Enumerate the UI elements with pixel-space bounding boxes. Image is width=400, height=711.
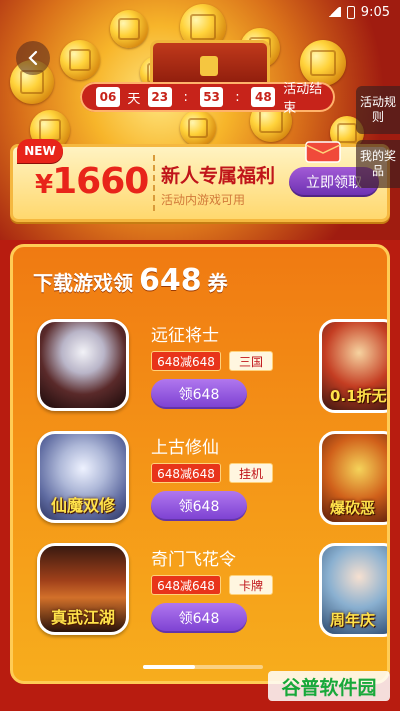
countdown-separator: : — [235, 89, 240, 105]
game-icon-caption: 仙魔双修 — [50, 496, 115, 515]
next-game-card[interactable]: 爆砍恶 — [319, 431, 387, 525]
discount-tag: 648减648 — [151, 575, 221, 595]
voucher-divider — [153, 155, 155, 211]
voucher-subtitle: 活动内游戏可用 — [161, 193, 246, 207]
voucher-title: 新人专属福利 — [161, 165, 276, 187]
chest-lock-icon — [200, 56, 218, 76]
panel-title-suffix: 券 — [207, 271, 228, 295]
discount-tag: 648减648 — [151, 463, 221, 483]
countdown-end-label: 活动结束 — [283, 82, 323, 116]
watermark-logo: 谷普软件园 — [268, 671, 390, 701]
status-bar: 9:05 — [0, 0, 400, 24]
countdown-minutes: 53 — [199, 87, 224, 107]
prizes-tab[interactable]: 我的奖品 — [356, 140, 400, 188]
next-card-caption: 周年庆 — [330, 611, 376, 629]
countdown-days-unit: 天 — [127, 91, 141, 107]
panel-title: 下载游戏领 648 券 — [33, 263, 228, 298]
countdown-timer: 06 天 23 : 53 : 48 活动结束 — [80, 82, 335, 116]
chevron-left-icon — [28, 50, 38, 66]
new-badge: NEW — [17, 139, 63, 163]
genre-tag: 三国 — [229, 351, 273, 371]
next-game-card[interactable]: 0.1折无天 — [319, 319, 387, 413]
game-name: 远征将士 — [151, 326, 219, 346]
coin-decoration — [60, 40, 100, 80]
countdown-seconds: 48 — [251, 87, 276, 107]
game-name: 上古修仙 — [151, 438, 219, 458]
next-card-caption: 爆砍恶 — [330, 499, 376, 517]
currency-symbol: ¥ — [35, 170, 53, 200]
game-icon[interactable]: 仙魔双修 — [37, 431, 129, 523]
next-card-caption: 0.1折无天 — [330, 387, 387, 405]
battery-icon — [346, 5, 355, 19]
coin-decoration — [180, 110, 216, 146]
get-coupon-button[interactable]: 领648 — [151, 379, 247, 409]
game-icon[interactable] — [37, 319, 129, 411]
get-coupon-button[interactable]: 领648 — [151, 603, 247, 633]
game-row: 远征将士 648减648 三国 领648 0.1折无天 — [13, 319, 387, 419]
game-row: 真武江湖 奇门飞花令 648减648 卡牌 领648 周年庆 — [13, 543, 387, 643]
get-coupon-button[interactable]: 领648 — [151, 491, 247, 521]
game-icon[interactable]: 真武江湖 — [37, 543, 129, 635]
discount-tag: 648减648 — [151, 351, 221, 371]
status-time: 9:05 — [360, 4, 390, 20]
game-name: 奇门飞花令 — [151, 550, 236, 570]
countdown-separator: : — [183, 89, 188, 105]
countdown-days: 06 — [96, 87, 120, 107]
genre-tag: 挂机 — [229, 463, 273, 483]
panel-title-prefix: 下载游戏领 — [33, 271, 133, 295]
genre-tag: 卡牌 — [229, 575, 273, 595]
game-row: 仙魔双修 上古修仙 648减648 挂机 领648 爆砍恶 — [13, 431, 387, 531]
rules-tab[interactable]: 活动规则 — [356, 86, 400, 134]
signal-icon — [326, 7, 341, 17]
scroll-thumb[interactable] — [143, 665, 195, 669]
panel-title-number: 648 — [139, 263, 202, 298]
voucher-amount: ¥1660 — [35, 161, 149, 202]
voucher-value: 1660 — [52, 161, 149, 202]
horizontal-scroll-indicator[interactable] — [143, 665, 263, 669]
game-icon-caption: 真武江湖 — [50, 608, 115, 627]
download-game-panel: 下载游戏领 648 券 远征将士 648减648 三国 领648 0.1折无天 … — [10, 244, 390, 684]
red-envelope-icon — [305, 141, 341, 163]
back-button[interactable] — [16, 41, 50, 75]
next-game-card[interactable]: 周年庆 — [319, 543, 387, 637]
countdown-hours: 23 — [147, 87, 172, 107]
